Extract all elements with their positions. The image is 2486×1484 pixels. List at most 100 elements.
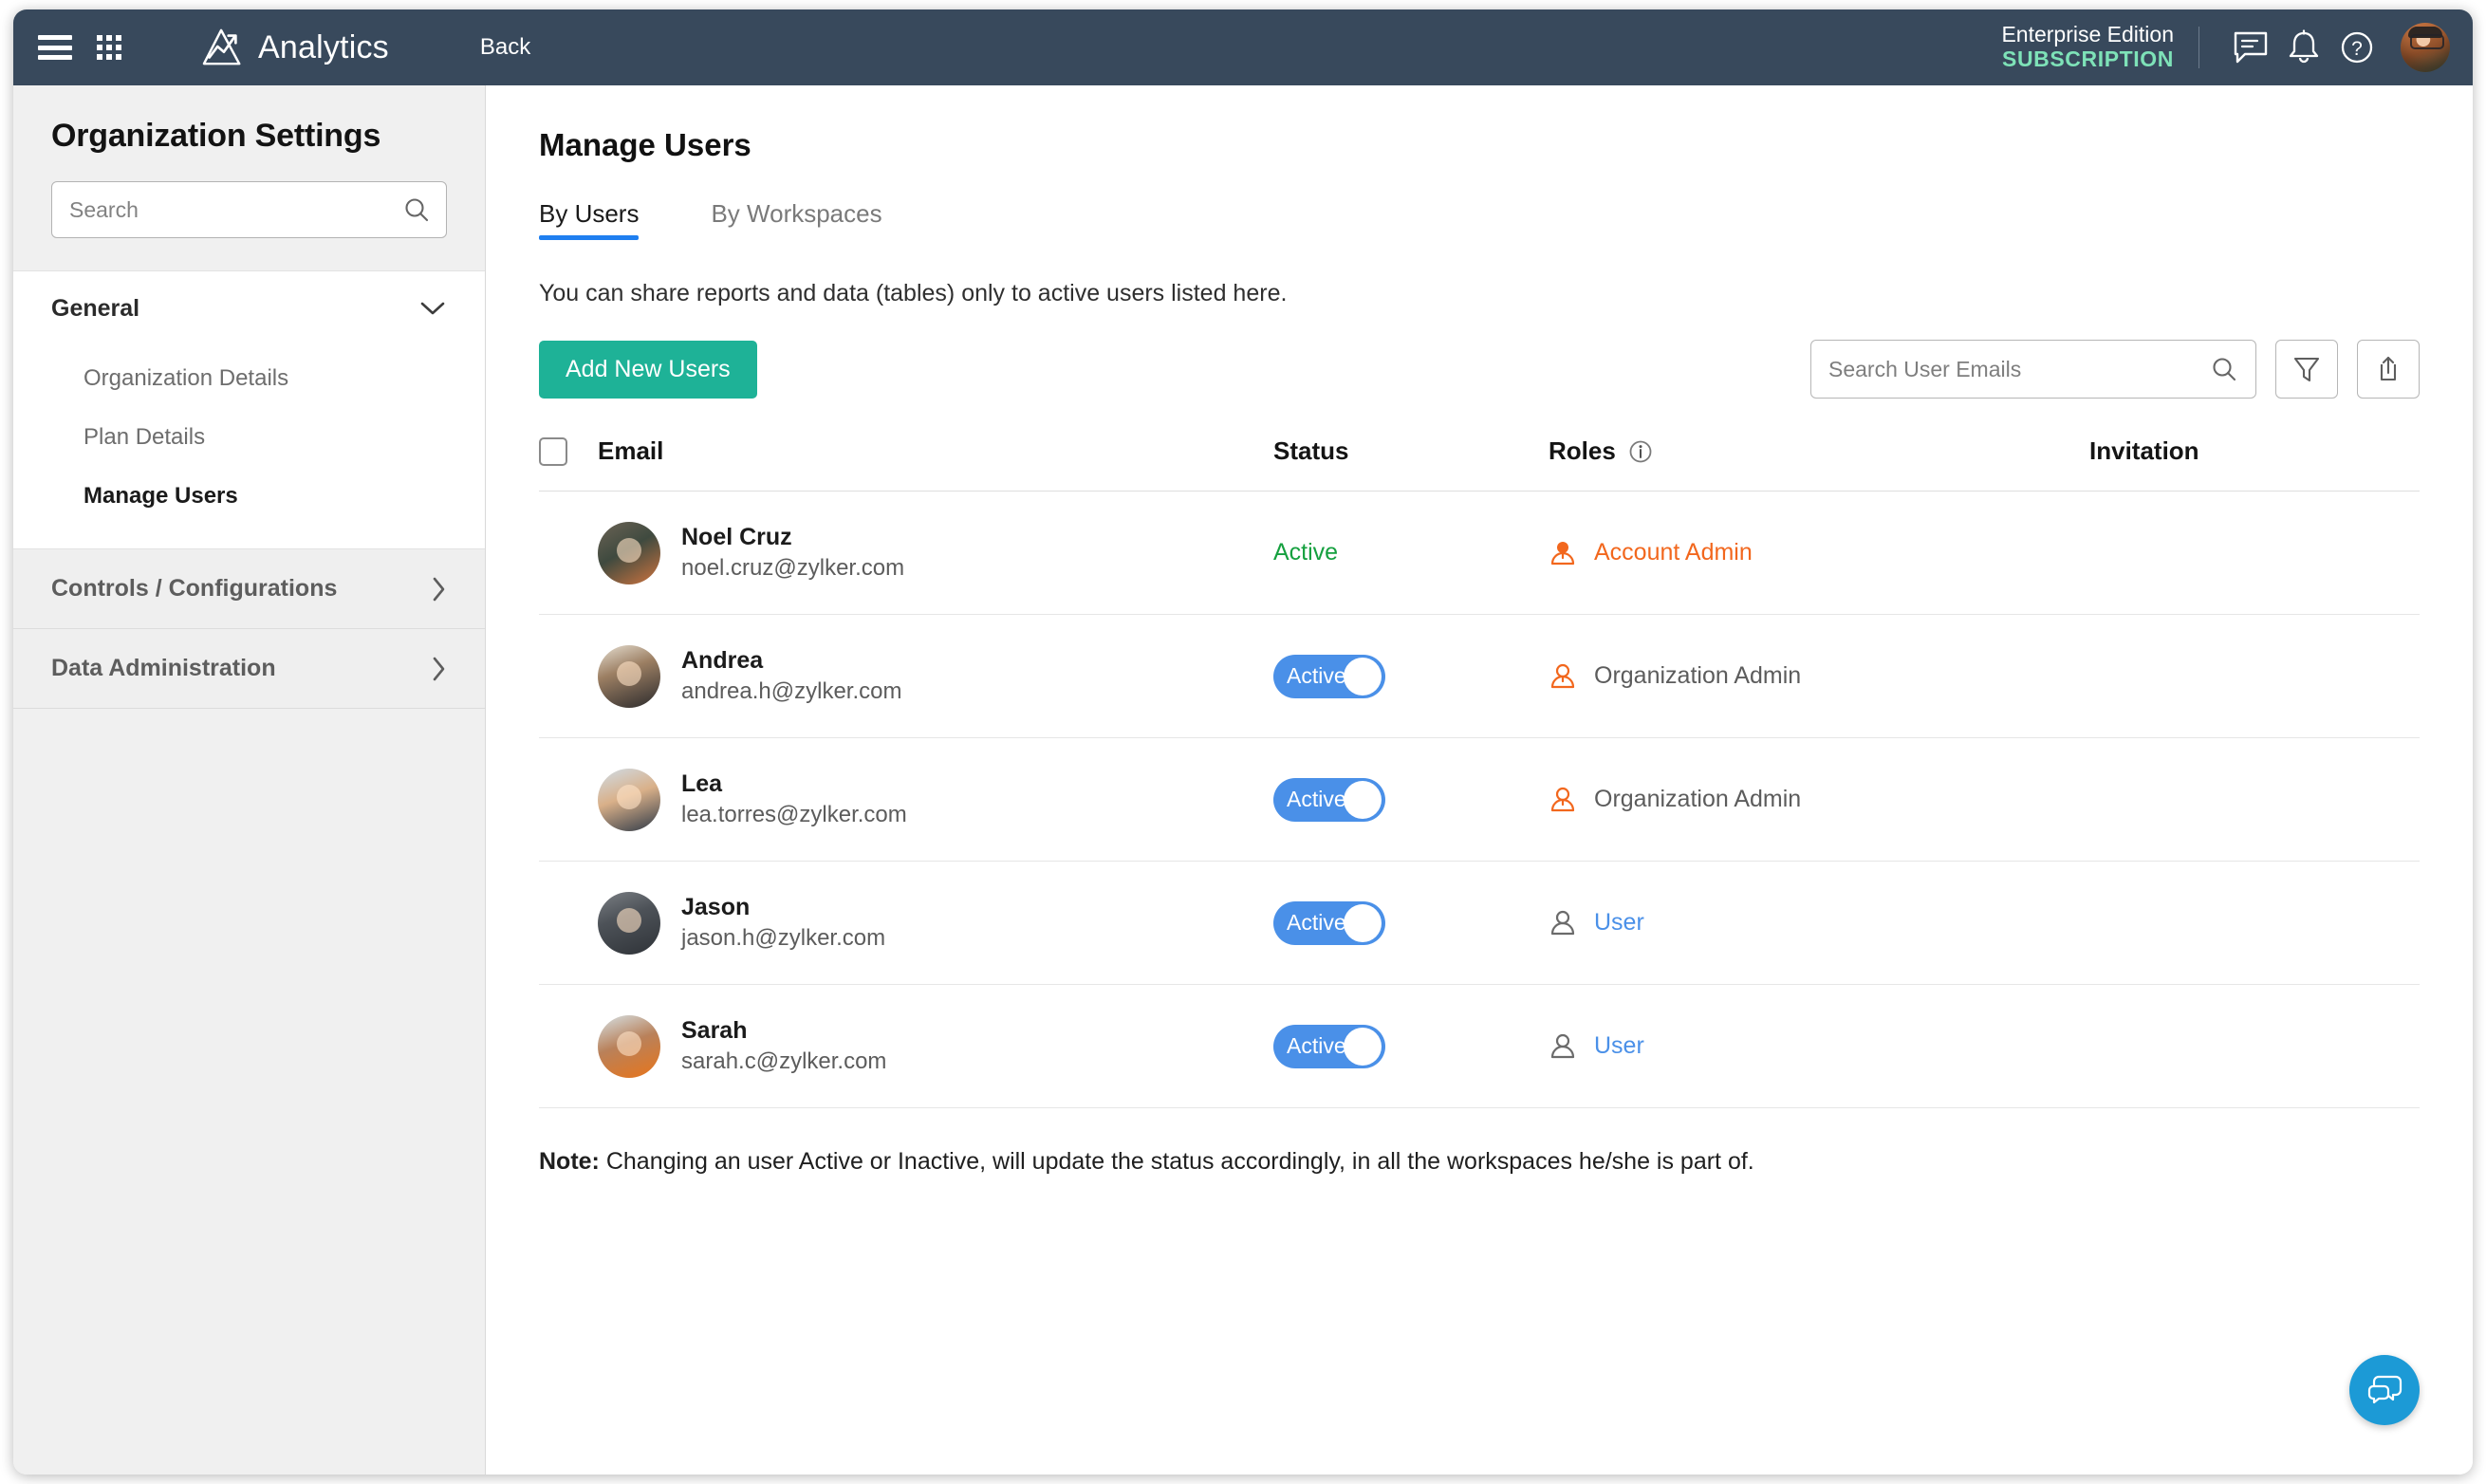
role-label[interactable]: User <box>1594 909 1644 937</box>
status-toggle[interactable]: Active <box>1273 777 1385 822</box>
role-cell[interactable]: Account Admin <box>1549 539 2089 567</box>
brand-logo[interactable]: Analytics <box>201 28 389 67</box>
users-table: Email Status Roles Invitation Noel Cruz … <box>539 436 2420 1108</box>
toggle-knob <box>1344 780 1382 819</box>
toggle-knob <box>1344 657 1382 696</box>
avatar <box>598 891 660 955</box>
table-row[interactable]: Sarah sarah.c@zylker.com Active User <box>539 985 2420 1108</box>
role-label[interactable]: Account Admin <box>1594 539 1753 566</box>
user-name: Sarah <box>681 1017 748 1045</box>
user-name: Andrea <box>681 647 764 675</box>
role-cell[interactable]: Organization Admin <box>1549 786 2089 814</box>
user-email: sarah.c@zylker.com <box>681 1048 887 1075</box>
subscription-label[interactable]: SUBSCRIPTION <box>2001 46 2174 72</box>
table-row[interactable]: Lea lea.torres@zylker.com Active Organiz… <box>539 738 2420 862</box>
sidebar-search-input[interactable] <box>69 196 402 223</box>
add-new-users-button[interactable]: Add New Users <box>539 340 757 399</box>
action-row: Add New Users <box>539 340 2420 399</box>
notifications-bell-icon[interactable] <box>2277 21 2330 74</box>
chevron-down-icon <box>420 302 445 315</box>
user-name: Noel Cruz <box>681 524 792 551</box>
role-label[interactable]: Organization Admin <box>1594 662 1801 690</box>
user-cell: Andrea andrea.h@zylker.com <box>598 644 1273 708</box>
tab-by-workspaces[interactable]: By Workspaces <box>711 199 881 240</box>
status-toggle[interactable]: Active <box>1273 654 1385 698</box>
tab-by-users[interactable]: By Users <box>539 199 640 240</box>
grid-apps-icon[interactable] <box>97 35 125 60</box>
table-row[interactable]: Andrea andrea.h@zylker.com Active Organi… <box>539 615 2420 738</box>
column-header-status[interactable]: Status <box>1273 436 1549 466</box>
user-name: Lea <box>681 770 723 798</box>
role-label[interactable]: User <box>1594 1032 1644 1060</box>
role-cell[interactable]: User <box>1549 1032 2089 1061</box>
back-link[interactable]: Back <box>480 34 530 61</box>
avatar <box>598 521 660 584</box>
status-cell: Active <box>1273 539 1549 566</box>
user-cell: Noel Cruz noel.cruz@zylker.com <box>598 521 1273 584</box>
sidebar-item-plan-details[interactable]: Plan Details <box>13 408 485 467</box>
table-header-row: Email Status Roles Invitation <box>539 436 2420 492</box>
export-button[interactable] <box>2357 340 2420 399</box>
chat-support-button[interactable] <box>2349 1355 2420 1425</box>
sidebar-group-controls-configurations[interactable]: Controls / Configurations <box>13 549 485 629</box>
status-toggle[interactable]: Active <box>1273 900 1385 945</box>
sidebar-group-data-administration[interactable]: Data Administration <box>13 629 485 709</box>
hamburger-menu-icon[interactable] <box>38 35 72 60</box>
table-row[interactable]: Jason jason.h@zylker.com Active User <box>539 862 2420 985</box>
chevron-right-icon <box>433 657 445 680</box>
sidebar-group-general-header[interactable]: General <box>13 271 485 345</box>
user-name: Jason <box>681 894 751 921</box>
search-icon <box>405 198 429 222</box>
status-toggle[interactable]: Active <box>1273 1024 1385 1068</box>
user-cell: Sarah sarah.c@zylker.com <box>598 1014 1273 1078</box>
sidebar-item-organization-details[interactable]: Organization Details <box>13 349 485 408</box>
role-cell[interactable]: User <box>1549 909 2089 937</box>
note-body: Changing an user Active or Inactive, wil… <box>599 1148 1754 1175</box>
brand-name: Analytics <box>258 28 389 65</box>
user-cell: Lea lea.torres@zylker.com <box>598 768 1273 831</box>
person-outline-gray-icon <box>1550 1033 1575 1058</box>
top-navigation-bar: Analytics Back Enterprise Edition SUBSCR… <box>13 9 2473 85</box>
user-avatar[interactable] <box>2401 23 2450 72</box>
column-header-invitation[interactable]: Invitation <box>2089 436 2420 466</box>
status-cell: Active <box>1273 900 1549 945</box>
sidebar-empty-area <box>13 709 485 1475</box>
help-question-icon[interactable]: ? <box>2330 21 2384 74</box>
info-icon[interactable] <box>1627 438 1654 465</box>
search-icon <box>2213 358 2236 381</box>
toggle-knob <box>1344 1027 1382 1066</box>
chat-icon[interactable] <box>2224 21 2277 74</box>
column-header-email[interactable]: Email <box>598 436 1273 466</box>
body-container: Organization Settings General <box>13 85 2473 1475</box>
select-all-checkbox[interactable] <box>539 436 567 466</box>
status-toggle-label: Active <box>1287 1033 1346 1058</box>
search-user-emails-input[interactable] <box>1828 356 2210 382</box>
user-cell: Jason jason.h@zylker.com <box>598 891 1273 955</box>
role-label[interactable]: Organization Admin <box>1594 786 1801 813</box>
export-share-icon <box>2380 356 2397 381</box>
edition-label: Enterprise Edition <box>2001 22 2174 47</box>
user-search-box[interactable] <box>1810 340 2256 399</box>
column-header-roles[interactable]: Roles <box>1549 436 2089 466</box>
topbar-divider <box>2198 27 2199 68</box>
role-cell[interactable]: Organization Admin <box>1549 662 2089 691</box>
analytics-logo-icon <box>202 28 241 65</box>
user-email: jason.h@zylker.com <box>681 925 886 952</box>
sidebar-search-box[interactable] <box>51 181 447 238</box>
select-all-cell <box>539 436 598 466</box>
sidebar-item-manage-users[interactable]: Manage Users <box>13 467 485 526</box>
page-title: Manage Users <box>539 127 751 162</box>
chat-bubbles-icon <box>2367 1375 2403 1404</box>
status-text: Active <box>1273 539 1339 566</box>
sidebar-group-general: General Organization Details Plan Detail… <box>13 270 485 549</box>
sidebar-group-general-label: General <box>51 294 140 322</box>
avatar <box>598 644 660 708</box>
sidebar-title: Organization Settings <box>51 118 381 154</box>
note-label: Note: <box>539 1148 600 1175</box>
subscription-info: Enterprise Edition SUBSCRIPTION <box>2001 22 2174 72</box>
filter-button[interactable] <box>2275 340 2338 399</box>
topbar-left-group: Analytics Back <box>13 28 530 67</box>
application-window: Analytics Back Enterprise Edition SUBSCR… <box>13 9 2473 1475</box>
status-cell: Active <box>1273 654 1549 698</box>
table-row[interactable]: Noel Cruz noel.cruz@zylker.com Active Ac… <box>539 492 2420 615</box>
